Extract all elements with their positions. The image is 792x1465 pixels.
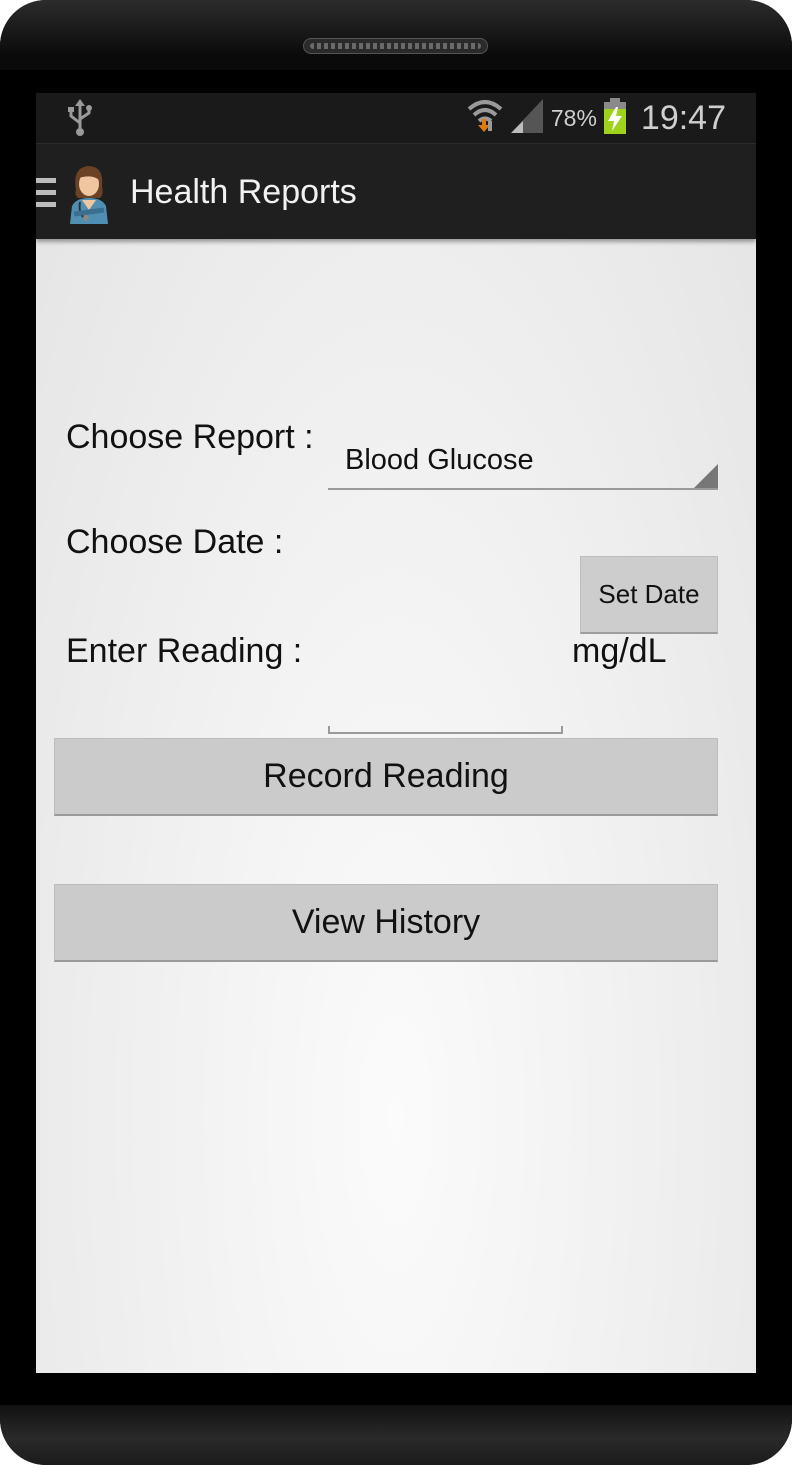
status-bar: 78% 19:47 [36,93,756,143]
status-clock: 19:47 [640,98,726,137]
phone-top-bezel [0,0,792,70]
action-bar: Health Reports [36,143,756,239]
report-spinner[interactable]: Blood Glucose [328,438,718,490]
main-content: Choose Report : Blood Glucose Choose Dat… [36,238,756,1373]
reading-unit-label: mg/dL [572,632,667,670]
set-date-button[interactable]: Set Date [580,556,718,634]
enter-reading-label: Enter Reading : [66,632,303,670]
choose-date-label: Choose Date : [66,523,284,561]
usb-icon [66,99,94,142]
reading-field[interactable] [328,678,563,734]
earpiece-speaker [303,38,488,54]
device-screen: 78% 19:47 Health Reports Choose Report:… [36,93,756,1373]
reading-input[interactable] [328,678,563,732]
battery-percent: 78% [550,104,597,131]
hamburger-menu-icon[interactable] [36,178,56,208]
battery-charging-icon [603,97,627,140]
record-reading-button[interactable]: Record Reading [54,738,718,816]
signal-icon [509,97,545,140]
choose-report-label: Choose Report : [66,418,314,456]
report-spinner-value: Blood Glucose [345,444,534,476]
dropdown-arrow-icon [694,464,718,488]
wifi-icon [467,97,503,140]
nurse-avatar-icon[interactable] [66,160,112,224]
page-title: Health Reports [130,173,357,211]
phone-bottom-bezel [0,1405,792,1465]
view-history-button[interactable]: View History [54,884,718,962]
phone-frame: 78% 19:47 Health Reports Choose Report:… [0,0,792,1465]
